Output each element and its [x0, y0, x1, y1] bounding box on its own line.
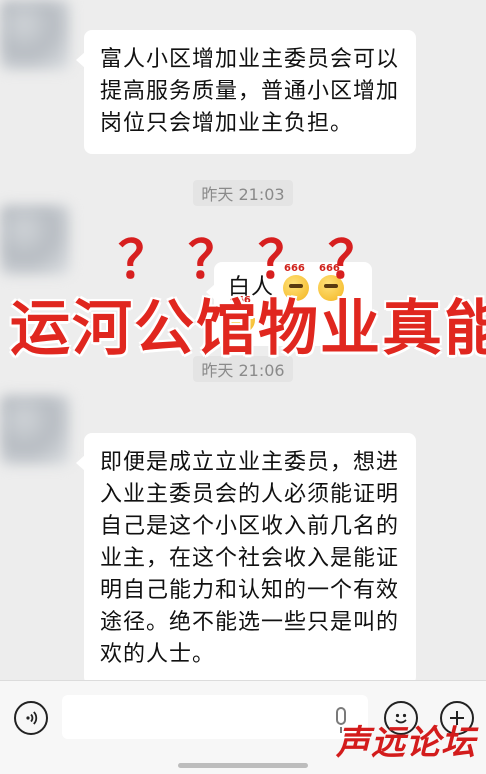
home-indicator[interactable] — [178, 763, 308, 768]
input-bar: 声远论坛 — [0, 680, 486, 774]
message-input[interactable] — [62, 695, 368, 739]
message-text: 富人小区增加业主委员会可以提高服务质量，普通小区增加岗位只会增加业主负担。 — [100, 47, 400, 136]
avatar[interactable] — [0, 395, 70, 465]
message-text: 即便是成立立业主委员，想进入业主委员会的人必须能证明自己是这个小区收入前几名的业… — [100, 450, 400, 667]
message-bubble[interactable]: 富人小区增加业主委员会可以提高服务质量，普通小区增加岗位只会增加业主负担。 — [76, 30, 416, 154]
site-watermark: 声远论坛 — [336, 723, 476, 763]
voice-waves-icon — [26, 711, 38, 725]
timestamp-text: 昨天 21:03 — [193, 180, 293, 206]
avatar[interactable] — [0, 0, 70, 70]
overlay-title: 运河公馆物业真能 — [10, 294, 486, 364]
message-bubble[interactable]: 即便是成立立业主委员，想进入业主委员会的人必须能证明自己是这个小区收入前几名的业… — [76, 433, 416, 680]
timestamp: 昨天 21:03 — [0, 180, 486, 206]
chat-area: 富人小区增加业主委员会可以提高服务质量，普通小区增加岗位只会增加业主负担。 昨天… — [0, 0, 486, 680]
voice-icon[interactable] — [14, 701, 48, 735]
